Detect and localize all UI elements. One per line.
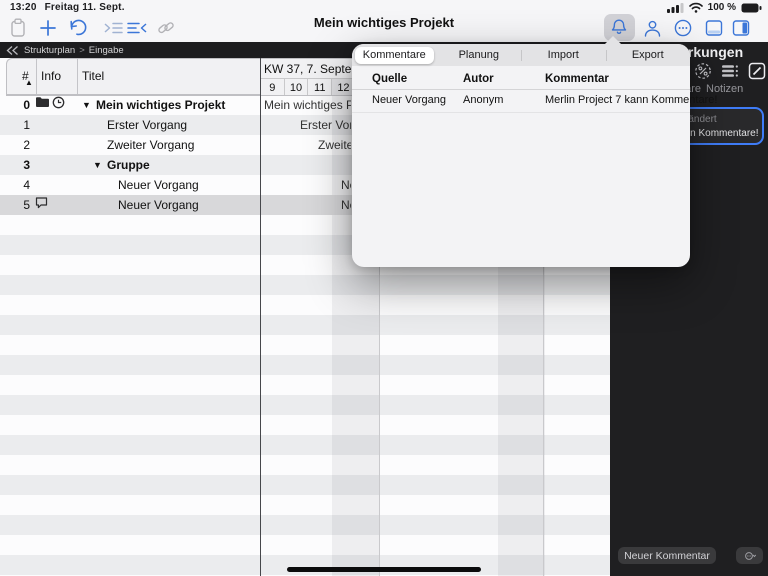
popover-tab-label: Export: [632, 49, 664, 61]
inspector-icon-bar: [694, 62, 766, 80]
breadcrumb-view[interactable]: Strukturplan: [24, 45, 75, 56]
popover-tab-label: Planung: [459, 49, 499, 61]
comment-cell: Anonym: [463, 94, 503, 106]
resources-list-icon[interactable]: [721, 62, 739, 80]
status-left: 13:20 Freitag 11. Sept.: [10, 2, 125, 13]
gantt-bar-label-clip: Mein wichtiges Projekt: [261, 95, 351, 115]
comment-cell: Merlin Project 7 kann Kommentare!: [545, 94, 717, 106]
new-comment-button[interactable]: Neuer Kommentar: [618, 547, 716, 564]
gantt-bar-label: Zweiter Vorgang: [318, 138, 351, 152]
gantt-bar-label-clip: Zweiter Vorgang: [261, 135, 351, 155]
gantt-bar-label-clip: Erster Vorgang: [261, 115, 351, 135]
comment-cell: Neuer Vorgang: [372, 94, 446, 106]
row-number: 1: [4, 118, 30, 132]
contact-icon[interactable]: [640, 16, 664, 40]
task-title[interactable]: Erster Vorgang: [107, 118, 187, 132]
task-title[interactable]: Gruppe: [107, 158, 150, 172]
gantt-bar-label-clip: Neuer Vorgang: [261, 175, 351, 195]
task-title[interactable]: Mein wichtiges Projekt: [96, 98, 225, 112]
battery-icon: [741, 3, 762, 13]
info-icons: [35, 197, 48, 213]
toolbar: 13:20 Freitag 11. Sept. 100 %: [0, 0, 768, 42]
popover-tab-planung[interactable]: Planung: [437, 44, 522, 66]
gantt-bar-label-clip: Neuer Vorgang: [261, 195, 351, 215]
status-date: Freitag 11. Sept.: [45, 2, 125, 13]
table-gantt-divider[interactable]: [260, 58, 261, 576]
bottom-panel-icon[interactable]: [702, 16, 726, 40]
clock-icon: [52, 96, 65, 114]
popover-tab-label: Import: [548, 49, 579, 61]
wifi-icon: [689, 2, 703, 13]
disclosure-triangle-icon[interactable]: ▼: [82, 100, 91, 110]
folder-icon: [35, 96, 50, 114]
comments-column-header[interactable]: Kommentar: [545, 73, 609, 85]
gantt-bar-label: Neuer Vorgang: [341, 178, 351, 192]
popover-tab-kommentare[interactable]: Kommentare: [352, 44, 437, 66]
task-title[interactable]: Neuer Vorgang: [118, 178, 199, 192]
segment-divider: [521, 50, 522, 61]
row-number: 0: [4, 98, 30, 112]
comments-table-header: Quelle Autor Kommentar: [352, 70, 690, 90]
right-panel-icon[interactable]: [729, 16, 753, 40]
gantt-bar-label: Neuer Vorgang: [341, 198, 351, 212]
gantt-bar-label: Erster Vorgang: [300, 118, 351, 132]
clock: 13:20: [10, 2, 37, 13]
annotations-pencil-icon[interactable]: [748, 62, 766, 80]
row-number: 5: [4, 198, 30, 212]
more-ellipsis-icon[interactable]: [671, 16, 695, 40]
new-comment-label: Neuer Kommentar: [624, 550, 710, 562]
popover-segmented-control: Kommentare Planung Import Export: [352, 44, 690, 66]
comment-row[interactable]: Neuer VorgangAnonymMerlin Project 7 kann…: [352, 89, 690, 113]
cellular-signal-icon: [667, 2, 684, 13]
comment-options-button[interactable]: [736, 547, 763, 564]
comments-column-header[interactable]: Autor: [463, 73, 494, 85]
popover-tab-label: Kommentare: [363, 49, 426, 61]
status-right: 100 %: [667, 1, 762, 14]
popover-tab-import[interactable]: Import: [521, 44, 606, 66]
battery-percent: 100 %: [708, 2, 736, 13]
percent-icon[interactable]: [694, 62, 712, 80]
row-number: 3: [4, 158, 30, 172]
task-title[interactable]: Zweiter Vorgang: [107, 138, 194, 152]
breadcrumb-separator: >: [79, 45, 85, 56]
breadcrumb-mode[interactable]: Eingabe: [89, 45, 124, 56]
outline-view-icon: [6, 45, 19, 56]
app-window: # ▲ Info Titel KW 37, 7. Septem 9101112 …: [0, 0, 768, 576]
more-ellipsis-chevron-icon: [744, 550, 756, 562]
task-title[interactable]: Neuer Vorgang: [118, 198, 199, 212]
row-number: 4: [4, 178, 30, 192]
gantt-bar-label: Mein wichtiges Projekt: [264, 98, 351, 112]
segment-divider: [606, 50, 607, 61]
info-icons: [35, 97, 65, 113]
home-indicator[interactable]: [287, 567, 481, 572]
comment-bubble-icon: [35, 196, 48, 214]
comments-column-header[interactable]: Quelle: [372, 73, 407, 85]
notifications-popover: Kommentare Planung Import Export Quelle Auto…: [352, 44, 690, 267]
disclosure-triangle-icon[interactable]: ▼: [93, 160, 102, 170]
row-number: 2: [4, 138, 30, 152]
popover-tab-export[interactable]: Export: [606, 44, 691, 66]
